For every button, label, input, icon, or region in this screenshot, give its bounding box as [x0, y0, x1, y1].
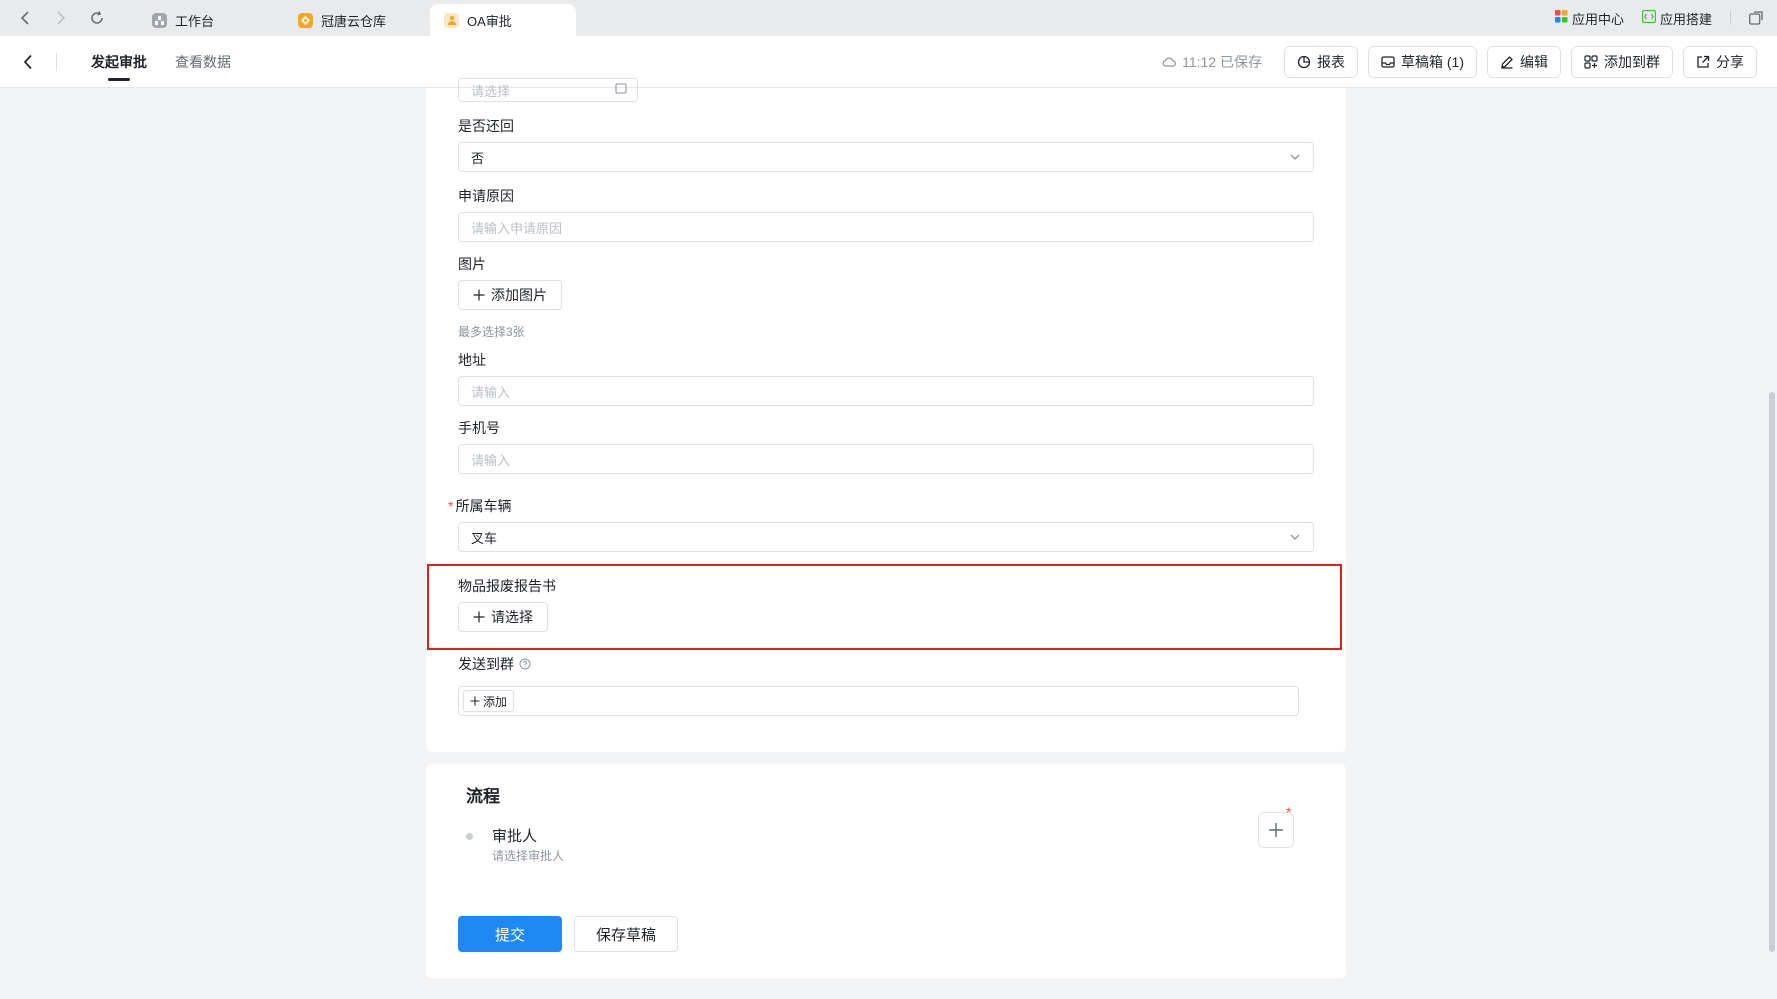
workbench-icon	[152, 12, 167, 28]
oa-user-icon	[444, 12, 459, 28]
chevron-left-icon	[23, 54, 32, 69]
form-card: 请选择 是否还回 否 申请原因 请输入申请原因 图片 添加图片 最多选择3张 地…	[426, 78, 1346, 752]
submit-button[interactable]: 提交	[458, 916, 562, 952]
tab-label: 工作台	[175, 13, 215, 29]
tab-warehouse[interactable]: 冠唐云仓库	[284, 4, 430, 36]
vehicle-value: 叉车	[471, 530, 498, 546]
app-build-link[interactable]: 应用搭建	[1641, 9, 1712, 28]
share-button[interactable]: 分享	[1683, 45, 1757, 78]
drafts-button[interactable]: 草稿箱 (1)	[1368, 45, 1477, 78]
app-build-label: 应用搭建	[1659, 11, 1712, 27]
pencil-icon	[1501, 55, 1513, 69]
plus-icon	[473, 289, 485, 301]
send-group-add-label: 添加	[483, 694, 508, 709]
save-draft-button[interactable]: 保存草稿	[574, 916, 678, 952]
scrap-report-label: 物品报废报告书	[458, 578, 556, 594]
phone-label: 手机号	[458, 420, 500, 436]
approver-hint: 请选择审批人	[492, 849, 565, 863]
plus-icon	[470, 696, 480, 706]
share-label: 分享	[1716, 53, 1744, 70]
plus-icon	[1269, 823, 1283, 837]
tab-start-approval[interactable]: 发起审批	[91, 36, 147, 88]
vehicle-label-text: 所属车辆	[455, 498, 512, 514]
report-button[interactable]: 报表	[1284, 45, 1358, 78]
reason-input[interactable]: 请输入申请原因	[458, 212, 1314, 242]
calendar-icon	[615, 82, 627, 97]
plus-icon	[473, 611, 485, 623]
help-icon[interactable]	[519, 658, 531, 670]
chevron-down-icon	[1290, 154, 1300, 160]
return-label: 是否还回	[458, 118, 514, 134]
phone-placeholder: 请输入	[471, 452, 511, 468]
send-group-add-button[interactable]: 添加	[463, 690, 515, 712]
address-placeholder: 请输入	[471, 384, 511, 400]
phone-input[interactable]: 请输入	[458, 444, 1314, 474]
open-window-icon[interactable]	[1749, 11, 1763, 25]
back-button[interactable]	[0, 36, 56, 88]
grid-add-icon	[1584, 54, 1598, 69]
inbox-icon	[1381, 55, 1395, 68]
edit-button[interactable]: 编辑	[1487, 45, 1561, 78]
divider	[56, 52, 57, 71]
browser-nav	[0, 0, 108, 36]
required-mark: *	[1286, 804, 1292, 820]
page-header: 发起审批 查看数据 11:12 已保存 报表 草稿箱 (1) 编辑 添加到群 分…	[0, 36, 1777, 88]
save-status: 11:12 已保存	[1162, 52, 1262, 72]
share-icon	[1697, 55, 1710, 68]
add-to-group-label: 添加到群	[1604, 53, 1660, 70]
tab-view-data[interactable]: 查看数据	[175, 36, 231, 88]
step-dot	[466, 833, 473, 840]
tab-oa-approval[interactable]: OA审批	[430, 4, 576, 36]
back-arrow-icon[interactable]	[14, 7, 36, 29]
scrap-report-button-label: 请选择	[491, 609, 533, 625]
tab-label: OA审批	[467, 13, 512, 29]
pie-chart-icon	[1297, 55, 1311, 68]
app-center-label: 应用中心	[1571, 11, 1624, 27]
app-center-link[interactable]: 应用中心	[1554, 9, 1624, 28]
scrollbar-thumb[interactable]	[1769, 392, 1775, 952]
saved-time: 11:12 已保存	[1182, 53, 1262, 70]
app-center-icon	[1554, 10, 1568, 26]
report-label: 报表	[1317, 53, 1345, 70]
address-input[interactable]: 请输入	[458, 376, 1314, 406]
cloud-icon	[1162, 57, 1177, 67]
image-label: 图片	[458, 256, 486, 272]
image-hint: 最多选择3张	[458, 325, 525, 339]
required-mark: *	[448, 498, 454, 514]
reason-placeholder: 请输入申请原因	[471, 220, 563, 236]
add-image-button[interactable]: 添加图片	[458, 280, 562, 310]
return-select[interactable]: 否	[458, 142, 1314, 172]
chevron-down-icon	[1290, 534, 1300, 540]
browser-tab-bar: 工作台 冠唐云仓库 OA审批 应用中心 应用搭建	[0, 0, 1777, 36]
process-card: 流程 审批人 请选择审批人 * 提交 保存草稿	[426, 764, 1346, 978]
partial-date-input[interactable]: 请选择	[458, 78, 638, 102]
app-build-icon	[1641, 9, 1657, 26]
partial-placeholder: 请选择	[471, 83, 511, 99]
header-tabs: 发起审批 查看数据	[91, 36, 231, 88]
refresh-icon[interactable]	[86, 7, 108, 29]
vehicle-select[interactable]: 叉车	[458, 522, 1314, 552]
add-to-group-button[interactable]: 添加到群	[1571, 45, 1673, 78]
scrap-report-select-button[interactable]: 请选择	[458, 602, 548, 632]
vehicle-label: * 所属车辆	[448, 496, 511, 516]
tab-workbench[interactable]: 工作台	[138, 4, 284, 36]
browser-tabs: 工作台 冠唐云仓库 OA审批	[138, 4, 576, 36]
browser-right-tools: 应用中心 应用搭建	[1554, 0, 1777, 36]
header-actions: 11:12 已保存 报表 草稿箱 (1) 编辑 添加到群 分享	[1162, 45, 1777, 78]
approver-label: 审批人	[492, 828, 538, 845]
warehouse-icon	[298, 12, 313, 28]
edit-label: 编辑	[1520, 53, 1548, 70]
reason-label: 申请原因	[458, 188, 514, 204]
tab-label: 冠唐云仓库	[321, 13, 387, 29]
send-group-label-text: 发送到群	[458, 656, 514, 672]
divider	[1730, 11, 1731, 25]
return-value: 否	[471, 150, 485, 166]
process-title: 流程	[466, 787, 500, 806]
forward-arrow-icon[interactable]	[50, 7, 72, 29]
send-group-label: 发送到群	[458, 654, 531, 674]
add-image-label: 添加图片	[491, 287, 547, 303]
send-group-field: 添加	[458, 686, 1299, 716]
address-label: 地址	[458, 352, 486, 368]
drafts-label: 草稿箱 (1)	[1401, 53, 1464, 70]
